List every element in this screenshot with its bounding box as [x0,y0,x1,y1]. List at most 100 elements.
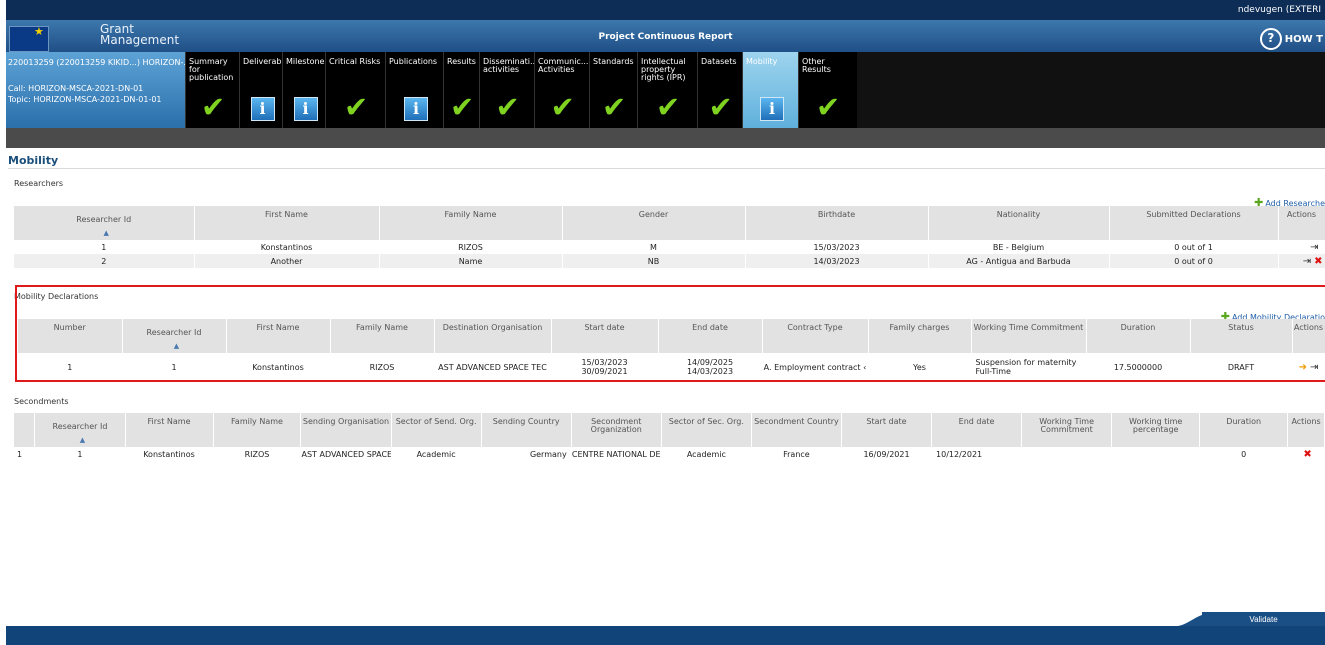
info-icon: i [404,97,428,121]
col-header[interactable]: Researcher Id ▲ [14,206,195,240]
col-header[interactable]: End date [931,413,1023,447]
help-icon: ? [1259,28,1282,50]
app-window: ndevugen (EXTERI ★ Grant Management Proj… [6,0,1325,645]
check-icon: ✔ [201,90,226,124]
col-header[interactable]: Submitted Declarations [1109,206,1279,240]
researchers-table: Researcher Id ▲ First Name Family Name Ge… [14,206,1325,268]
project-call: Call: HORIZON-MSCA-2021-DN-01 [8,84,144,93]
info-icon: i [760,97,784,121]
secondments-table: Researcher Id ▲ First Name Family Name Se… [14,413,1325,461]
sort-asc-icon: ▲ [79,436,86,444]
tab-bar: 220013259 (220013259 KIKID...) HORIZON-.… [6,52,1325,128]
table-row[interactable]: 1 1 Konstantinos RIZOS AST ADVANCED SPAC… [14,447,1325,461]
tab-mobility[interactable]: Mobility i [742,52,799,128]
tab-status: i [291,96,319,122]
col-header[interactable]: Nationality [928,206,1110,240]
tab-label: Standards [593,57,634,66]
tab-status: ✔ [494,92,522,122]
col-header[interactable]: Birthdate [745,206,929,240]
open-icon[interactable]: ⇥ [1303,256,1311,267]
check-icon: ✔ [495,90,520,124]
how-to-label: HOW T [1284,33,1323,45]
check-icon: ✔ [816,90,841,124]
user-name[interactable]: ndevugen (EXTERI [1238,5,1321,15]
col-header[interactable]: Family Name [379,206,563,240]
col-header[interactable]: Working Time Commitment [1021,413,1113,447]
tab-status: i [248,96,276,122]
col-header[interactable]: Sending Organisation [300,413,392,447]
how-to-button[interactable]: ? HOW T [1259,28,1323,50]
tab-label: Results [447,57,476,66]
tab-status: i [757,96,785,122]
tab-status: ✔ [707,92,735,122]
col-header[interactable]: Gender [562,206,746,240]
validate-button[interactable]: Validate [1202,612,1325,626]
tab-label: Critical Risks [329,57,381,66]
tab-status: ✔ [814,92,842,122]
tab-label: Disseminati... activities [483,57,538,74]
tab-deliverables[interactable]: Deliverables i [239,52,293,128]
tab-label: Mobility [746,57,778,66]
tab-status: ✔ [600,92,628,122]
tab-status: ✔ [342,92,370,122]
tab-results[interactable]: Results ✔ [443,52,480,128]
delete-icon[interactable]: ✖ [1303,449,1311,460]
sort-asc-icon: ▲ [103,229,109,237]
tab-label: Publications [389,57,438,66]
tab-label: Datasets [701,57,737,66]
tab-status: ✔ [654,92,682,122]
tab-other[interactable]: Other Results ✔ [798,52,857,128]
col-header[interactable]: First Name [194,206,380,240]
tab-intellectual[interactable]: Intellectual property rights (IPR) ✔ [637,52,698,128]
col-header[interactable]: Secondment Country [751,413,842,447]
check-icon: ✔ [708,90,733,124]
open-icon[interactable]: ⇥ [1310,242,1318,253]
col-header[interactable]: Duration [1199,413,1289,447]
tab-status: ✔ [549,92,577,122]
table-row[interactable]: 1 Konstantinos RIZOS M 15/03/2023 BE - B… [14,240,1325,254]
sub-toolbar [6,128,1325,148]
col-header[interactable]: Sending Country [481,413,572,447]
tab-communic[interactable]: Communic... Activities ✔ [534,52,590,128]
info-icon: i [293,97,318,121]
col-header[interactable]: Sector of Send. Org. [391,413,482,447]
col-header [14,413,36,447]
page-title: Mobility [8,154,59,167]
tab-critical-risks[interactable]: Critical Risks ✔ [325,52,386,128]
tab-label: Summary for publication [189,57,234,82]
table-row[interactable]: 2 Another Name NB 14/03/2023 AG - Antigu… [14,254,1325,268]
tab-standards[interactable]: Standards ✔ [589,52,638,128]
col-header: Actions [1278,206,1325,240]
delete-icon[interactable]: ✖ [1314,256,1322,267]
col-header[interactable]: First Name [125,413,214,447]
col-header[interactable]: Researcher Id ▲ [34,413,126,447]
check-icon: ✔ [602,90,627,124]
tab-publications[interactable]: Publications i [385,52,444,128]
bottom-bar [6,626,1325,645]
tab-milestones[interactable]: Milestones i [282,52,329,128]
col-header[interactable]: Working time percentage [1111,413,1201,447]
tab-disseminati[interactable]: Disseminati... activities ✔ [479,52,538,128]
tab-label: Communic... Activities [538,57,589,74]
check-icon: ✔ [656,90,681,124]
top-bar: ndevugen (EXTERI [6,0,1325,20]
check-icon: ✔ [450,90,475,124]
project-id: 220013259 (220013259 KIKID...) HORIZON-.… [8,58,191,67]
tab-label: Intellectual property rights (IPR) [641,57,686,82]
info-icon: i [250,97,275,121]
col-header: Actions [1287,413,1325,447]
check-icon: ✔ [344,90,369,124]
col-header[interactable]: Sector of Sec. Org. [661,413,752,447]
highlight-box [15,285,1325,382]
tab-status: i [401,96,429,122]
tab-summary-for[interactable]: Summary for publication ✔ [185,52,240,128]
check-icon: ✔ [550,90,575,124]
tab-label: Milestones [286,57,329,66]
col-header[interactable]: Family Name [213,413,302,447]
banner: ★ Grant Management Project Continuous Re… [6,20,1325,52]
tab-label: Other Results [802,57,831,74]
col-header[interactable]: Secondment Organization [571,413,662,447]
tab-datasets[interactable]: Datasets ✔ [697,52,743,128]
col-header[interactable]: Start date [841,413,933,447]
divider [8,168,1325,169]
